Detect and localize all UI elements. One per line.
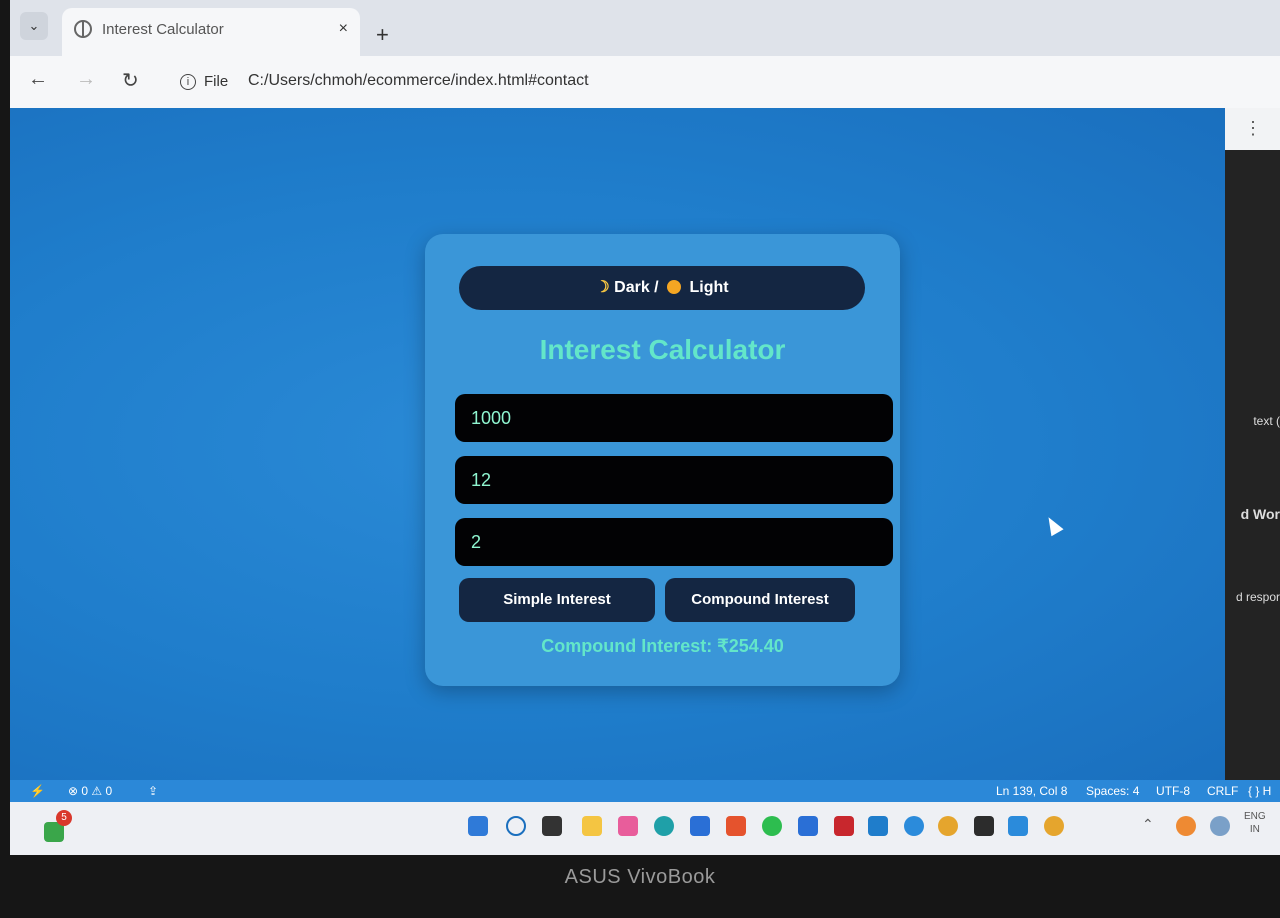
search-icon[interactable]	[506, 816, 526, 836]
toggle-light-label: Light	[689, 279, 729, 296]
tab-close-button[interactable]: ×	[339, 20, 348, 38]
browser-toolbar: ← → ↻ i File C:/Users/chmoh/ecommerce/in…	[10, 56, 1280, 108]
line-ending[interactable]: CRLF	[1207, 784, 1238, 798]
editor-statusbar: ⚡ ⊗ 0 ⚠ 0 ⇪ Ln 139, Col 8 Spaces: 4 UTF-…	[10, 780, 1280, 802]
live-share-icon[interactable]: ⇪	[148, 784, 158, 798]
time-input[interactable]: 2	[455, 518, 893, 566]
region-label: IN	[1249, 824, 1260, 835]
terminal-icon[interactable]	[974, 816, 994, 836]
encoding[interactable]: UTF-8	[1156, 784, 1190, 798]
outlook-icon[interactable]	[868, 816, 888, 836]
side-snippet: d Wor	[1240, 506, 1280, 522]
whatsapp-icon[interactable]	[762, 816, 782, 836]
edge-dev-icon[interactable]	[904, 816, 924, 836]
new-tab-button[interactable]: +	[376, 22, 389, 48]
remote-icon[interactable]: ⚡	[30, 784, 45, 798]
problems-indicator[interactable]: ⊗ 0 ⚠ 0	[68, 784, 112, 798]
file-label: File	[204, 73, 229, 90]
back-arrow-icon[interactable]: ←	[28, 68, 48, 91]
file-explorer-icon[interactable]	[582, 816, 602, 836]
background-window-edge: text ( d Wor d respor	[1225, 150, 1280, 780]
simple-interest-button[interactable]: Simple Interest	[459, 578, 655, 622]
tab-search-button[interactable]: ⌄	[20, 12, 48, 40]
address-bar[interactable]: i File C:/Users/chmoh/ecommerce/index.ht…	[170, 62, 1130, 102]
mcafee-icon[interactable]	[834, 816, 854, 836]
sun-icon	[667, 280, 682, 294]
windows-taskbar: 5 ⌃ ENG IN	[10, 802, 1280, 855]
tab-interest-calculator[interactable]: Interest Calculator ×	[62, 8, 360, 56]
task-view-icon[interactable]	[542, 816, 562, 836]
more-menu-icon[interactable]: ⋮	[1244, 118, 1262, 139]
side-snippet: text (	[1253, 414, 1280, 428]
tab-title: Interest Calculator	[102, 21, 224, 38]
screen: ⌄ Interest Calculator × + — ☐ ✕ ← → ↻ i …	[10, 0, 1280, 855]
language-mode[interactable]: { } H	[1248, 784, 1271, 798]
browser-tabstrip: ⌄ Interest Calculator × +	[10, 0, 1280, 56]
lang-label: ENG	[1244, 811, 1266, 822]
notification-badge: 5	[56, 810, 72, 826]
globe-icon	[74, 20, 92, 38]
onedrive-icon[interactable]	[1210, 816, 1230, 836]
url-text[interactable]: C:/Users/chmoh/ecommerce/index.html#cont…	[248, 72, 589, 90]
result-text: Compound Interest: ₹254.40	[541, 636, 784, 656]
chrome-active-icon[interactable]	[1044, 816, 1064, 836]
info-icon[interactable]: i	[180, 74, 196, 90]
chrome-icon[interactable]	[938, 816, 958, 836]
moon-icon: ☽	[595, 279, 610, 296]
vscode-icon[interactable]	[1008, 816, 1028, 836]
app-icon[interactable]	[798, 816, 818, 836]
side-snippet: d respor	[1235, 590, 1280, 604]
page-title: Interest Calculator	[539, 334, 786, 365]
calculator-card: ☽ Dark / Light Interest Calculator 1000 …	[425, 234, 900, 686]
theme-toggle-button[interactable]: ☽ Dark / Light	[459, 266, 865, 310]
reload-icon[interactable]: ↻	[122, 68, 139, 93]
copilot-icon[interactable]	[618, 816, 638, 836]
toggle-dark-label: Dark /	[614, 279, 659, 296]
start-icon[interactable]	[468, 816, 488, 836]
indentation[interactable]: Spaces: 4	[1086, 784, 1139, 798]
edge-icon[interactable]	[654, 816, 674, 836]
forward-arrow-icon[interactable]: →	[76, 68, 96, 91]
cursor-position[interactable]: Ln 139, Col 8	[996, 784, 1067, 798]
brave-icon[interactable]	[726, 816, 746, 836]
page-viewport: ☽ Dark / Light Interest Calculator 1000 …	[10, 108, 1225, 780]
input-language[interactable]: ENG IN	[1244, 810, 1266, 836]
chevron-up-icon[interactable]: ⌃	[1142, 816, 1162, 836]
rate-input[interactable]: 12	[455, 456, 893, 504]
mouse-cursor-icon	[1042, 513, 1064, 537]
tray-app-icon[interactable]	[1176, 816, 1196, 836]
principal-input[interactable]: 1000	[455, 394, 893, 442]
store-icon[interactable]	[690, 816, 710, 836]
compound-interest-button[interactable]: Compound Interest	[665, 578, 855, 622]
laptop-brand: ASUS VivoBook	[564, 866, 716, 888]
